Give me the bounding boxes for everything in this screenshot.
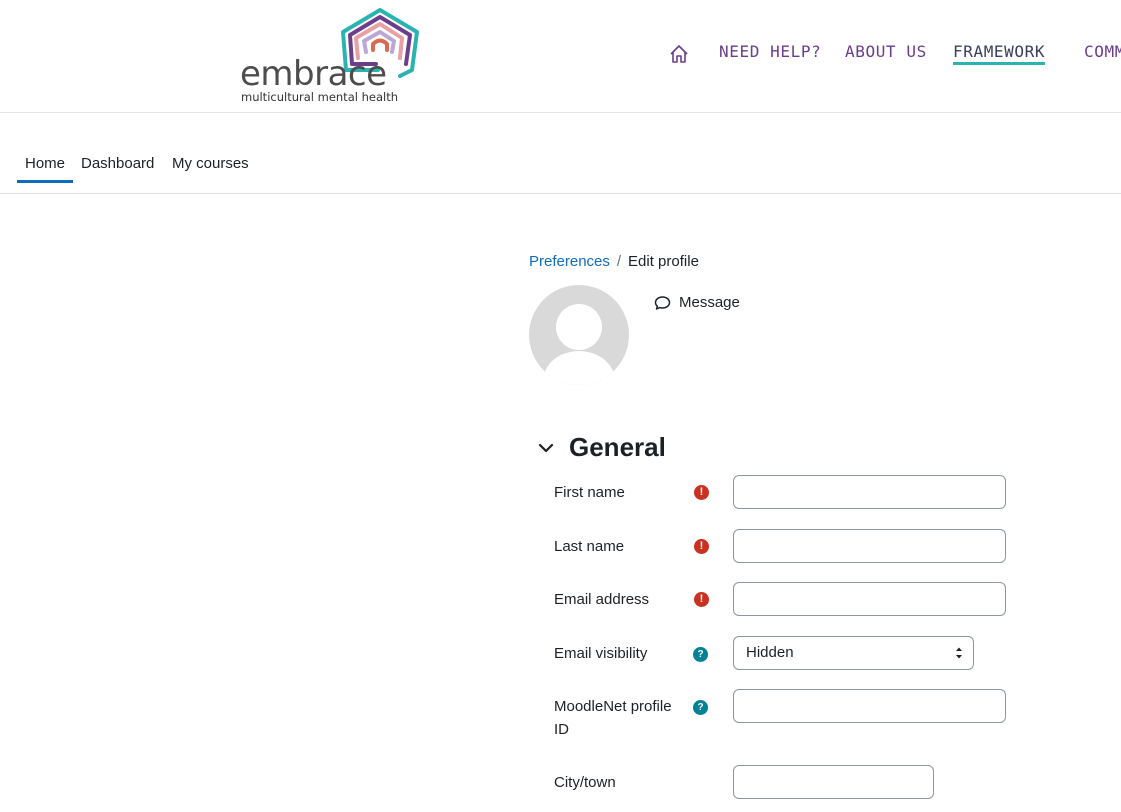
house-icon[interactable]	[668, 43, 690, 70]
embrace-logo[interactable]: embrace multicultural mental health	[240, 6, 430, 106]
breadcrumb: Preferences / Edit profile	[529, 253, 699, 270]
nav-comm[interactable]: COMM	[1084, 42, 1121, 61]
help-icon[interactable]: ?	[693, 647, 708, 662]
tab-dashboard[interactable]: Dashboard	[81, 155, 154, 172]
section-title: General	[569, 432, 666, 462]
moodlenet-label: MoodleNet profile ID	[554, 698, 672, 738]
breadcrumb-current: Edit profile	[628, 253, 699, 270]
email-visibility-label: Email visibility	[554, 645, 648, 662]
message-label: Message	[679, 294, 740, 311]
first-name-label: First name	[554, 484, 625, 501]
select-arrows-icon	[956, 647, 962, 659]
help-icon[interactable]: ?	[693, 700, 708, 715]
required-icon[interactable]: !	[694, 539, 709, 554]
last-name-input[interactable]	[733, 529, 1006, 563]
first-name-input[interactable]	[733, 475, 1006, 509]
last-name-label: Last name	[554, 538, 625, 555]
moodlenet-input[interactable]	[733, 689, 1006, 723]
default-user-icon	[543, 304, 615, 385]
email-visibility-select[interactable]: Hidden	[733, 636, 974, 670]
email-visibility-value: Hidden	[746, 644, 794, 661]
general-section-toggle[interactable]: General	[537, 432, 666, 463]
required-icon[interactable]: !	[694, 592, 709, 607]
breadcrumb-separator: /	[616, 253, 622, 270]
chevron-down-icon	[538, 443, 554, 452]
email-address-input[interactable]	[733, 582, 1006, 616]
avatar	[529, 285, 629, 385]
chat-bubble-icon	[654, 295, 671, 310]
tab-home[interactable]: Home	[17, 155, 74, 183]
secondary-nav: Home Dashboard My courses	[0, 113, 1121, 194]
message-button[interactable]: Message	[654, 294, 740, 311]
email-address-label: Email address	[554, 591, 650, 608]
required-icon[interactable]: !	[694, 485, 709, 500]
logo-wordmark: embrace	[240, 54, 387, 94]
nav-about-us[interactable]: ABOUT US	[845, 42, 927, 61]
nav-need-help[interactable]: NEED HELP?	[719, 42, 821, 61]
logo-tagline: multicultural mental health	[241, 90, 398, 104]
tab-my-courses[interactable]: My courses	[172, 155, 249, 172]
breadcrumb-preferences[interactable]: Preferences	[529, 253, 610, 270]
nav-framework[interactable]: FRAMEWORK	[953, 42, 1046, 65]
city-town-input[interactable]	[733, 765, 934, 799]
city-town-label: City/town	[554, 774, 616, 791]
site-header: embrace multicultural mental health NEED…	[0, 0, 1121, 113]
